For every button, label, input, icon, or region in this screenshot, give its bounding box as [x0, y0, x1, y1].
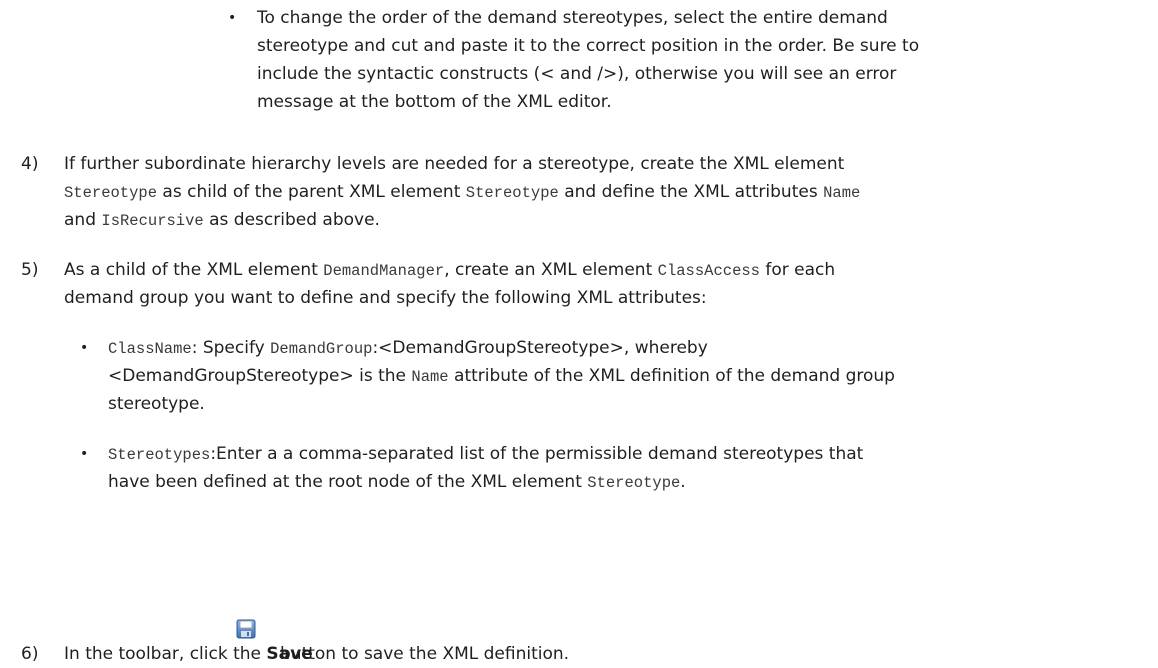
code-term: DemandGroup	[270, 340, 373, 358]
text: , create an XML element	[444, 260, 658, 280]
code-term: IsRecursive	[101, 212, 204, 230]
code-term: Stereotype	[587, 474, 681, 492]
code-term: Stereotype	[465, 184, 559, 202]
step-number: 4)	[21, 154, 39, 174]
text: as child of the parent XML element	[157, 182, 466, 202]
bullet-dot: •	[228, 10, 237, 26]
text: As a child of the XML element	[64, 260, 324, 280]
code-term: ClassName	[108, 340, 192, 358]
paragraph-line: ClassName: Specify DemandGroup:<DemandGr…	[108, 337, 708, 360]
save-icon	[236, 619, 256, 639]
step-number: 6)	[21, 644, 39, 664]
paragraph-line: In the toolbar, click the Save	[64, 643, 313, 665]
paragraph-line: Stereotype as child of the parent XML el…	[64, 181, 860, 204]
paragraph-line: To change the order of the demand stereo…	[257, 8, 888, 28]
step-number: 5)	[21, 260, 39, 280]
text: : Specify	[191, 338, 271, 358]
text: and	[64, 210, 102, 230]
text: have been defined at the root node of th…	[108, 472, 588, 492]
paragraph-line: As a child of the XML element DemandMana…	[64, 259, 835, 282]
paragraph-line: and IsRecursive as described above.	[64, 209, 380, 232]
paragraph-line: Stereotypes:Enter a a comma-separated li…	[108, 443, 863, 466]
bullet-dot: •	[80, 446, 89, 462]
bullet-dot: •	[80, 340, 89, 356]
text: for each	[759, 260, 836, 280]
code-term: DemandManager	[323, 262, 445, 280]
paragraph-line: <DemandGroupStereotype> is the Name attr…	[108, 365, 895, 388]
paragraph-line: stereotype.	[108, 394, 205, 414]
paragraph-line: message at the bottom of the XML editor.	[257, 92, 612, 112]
paragraph-line: If further subordinate hierarchy levels …	[64, 153, 844, 175]
code-term: Name	[411, 368, 449, 386]
paragraph-line: have been defined at the root node of th…	[108, 471, 686, 494]
paragraph-line: stereotype and cut and paste it to the c…	[257, 36, 920, 56]
code-term: Name	[823, 184, 861, 202]
text: If further subordinate hierarchy levels …	[64, 154, 845, 174]
text: <DemandGroupStereotype> is the	[108, 366, 412, 386]
code-term: Stereotypes	[108, 446, 211, 464]
code-term: Stereotype	[64, 184, 158, 202]
text: as described above.	[203, 210, 380, 230]
paragraph-line: demand group you want to define and spec…	[64, 288, 707, 308]
text: :Enter a a comma-separated list of the p…	[210, 444, 864, 464]
code-term: ClassAccess	[657, 262, 760, 280]
text: attribute of the XML definition of the d…	[448, 366, 895, 386]
text: In the toolbar, click the	[64, 644, 267, 664]
text: .	[680, 472, 686, 492]
paragraph-line: include the syntactic constructs (< and …	[257, 64, 897, 84]
paragraph-line: button to save the XML definition.	[280, 644, 570, 664]
text: :<DemandGroupStereotype>, whereby	[372, 338, 708, 358]
text: and define the XML attributes	[558, 182, 824, 202]
